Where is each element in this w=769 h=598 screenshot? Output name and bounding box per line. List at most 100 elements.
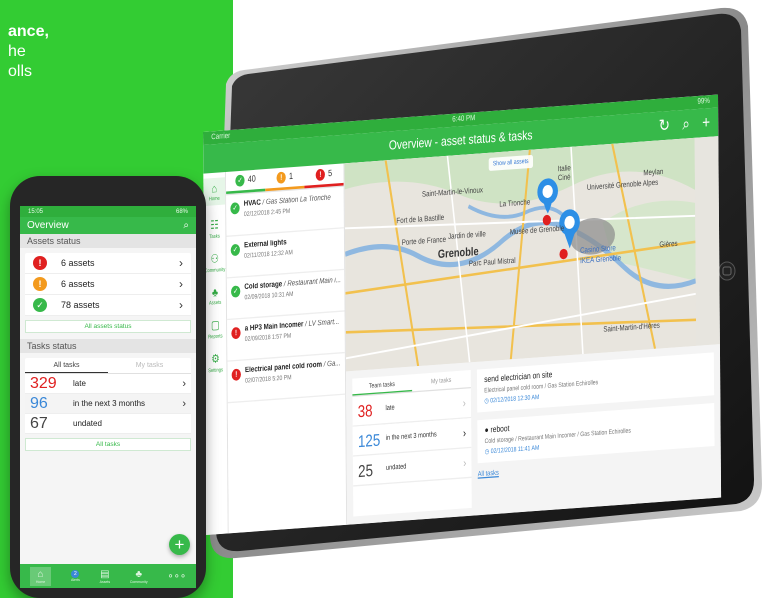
asset-location: / Ga... <box>321 360 341 370</box>
rail-label: Reports <box>208 332 223 340</box>
task-label: in the next 3 months <box>385 431 437 443</box>
bottom-nav: ⌂ Home 2 Alerts ▤ Assets ♣ Community ∘∘∘ <box>20 564 196 588</box>
alerts-badge: 2 <box>71 570 80 578</box>
settings-icon: ⚙ <box>211 351 220 366</box>
asset-row-ok[interactable]: ✓ 78 assets › <box>25 295 191 316</box>
chevron-right-icon: › <box>182 377 186 390</box>
chevron-right-icon: › <box>182 397 186 410</box>
task-row-undated[interactable]: 67 undated <box>25 414 191 434</box>
assets-icon: ▤ <box>100 568 110 580</box>
search-icon[interactable]: ⌕ <box>183 220 189 231</box>
phone-status-bar: 15:05 68% <box>20 206 196 217</box>
nav-home[interactable]: ⌂ Home <box>29 566 52 586</box>
rail-reports[interactable]: ▢ Reports <box>208 318 223 340</box>
hero-line-1: ance, <box>8 23 49 40</box>
asset-name: HVAC <box>243 199 261 209</box>
task-count: 329 <box>30 374 57 392</box>
task-count: 125 <box>357 429 381 451</box>
rail-label: Community <box>204 265 226 274</box>
map-view[interactable]: Show all assets Grenoble Meylan La Tronc… <box>344 136 720 372</box>
plus-icon: + <box>174 535 185 554</box>
rail-home[interactable]: ⌂ Home <box>203 177 226 207</box>
count-warning[interactable]: ! 1 <box>265 166 305 192</box>
battery-label: 99% <box>697 97 710 107</box>
task-label: in the next 3 months <box>73 399 146 408</box>
count-value: 5 <box>328 169 333 179</box>
warning-icon: ! <box>33 277 47 291</box>
community-icon: ⚇ <box>210 251 219 266</box>
tasks-summary-card: Team tasks My tasks 38 late › 125 in the ne… <box>352 370 472 517</box>
nav-alerts[interactable]: 2 Alerts <box>71 570 80 582</box>
nav-label: Home <box>35 579 46 584</box>
nav-assets[interactable]: ▤ Assets <box>100 569 111 584</box>
asset-count-label: 6 assets <box>61 258 95 268</box>
rail-assets[interactable]: ♣ Assets <box>209 285 221 306</box>
tablet-screen: Carrier 6:40 PM 99% Overview - asset sta… <box>203 94 722 535</box>
check-icon: ✓ <box>33 298 47 312</box>
task-label: late <box>73 379 86 388</box>
rail-community[interactable]: ⚇ Community <box>204 251 226 274</box>
task-feed-item[interactable]: send electrician on site Electrical pane… <box>476 352 715 413</box>
nav-label: Assets <box>99 579 111 584</box>
task-feed: send electrician on site Electrical pane… <box>476 352 715 507</box>
chevron-right-icon: › <box>179 256 183 270</box>
page-title: Overview <box>27 220 69 231</box>
chevron-right-icon: › <box>179 277 183 291</box>
reports-icon: ▢ <box>210 318 220 332</box>
refresh-icon[interactable]: ↻ <box>659 115 670 137</box>
tasks-tabs: All tasks My tasks <box>25 358 191 374</box>
assets-icon: ♣ <box>211 285 219 300</box>
alarm-icon: ! <box>231 368 241 381</box>
tab-all-tasks[interactable]: All tasks <box>25 358 108 373</box>
count-alarm[interactable]: ! 5 <box>304 163 344 189</box>
home-icon: ⌂ <box>37 568 44 580</box>
all-assets-status-button[interactable]: All assets status <box>25 320 191 333</box>
hero-line-2: he <box>8 43 26 60</box>
task-label: undated <box>73 419 102 428</box>
hero-text: ance, he olls <box>8 22 49 82</box>
asset-location: / LV Smart... <box>303 318 340 329</box>
asset-date: 02/11/2018 12:32 AM <box>244 249 293 261</box>
rail-tasks[interactable]: ☷ Tasks <box>209 218 220 239</box>
time-label: 15:05 <box>28 208 44 215</box>
task-count: 25 <box>358 459 374 481</box>
chevron-right-icon: › <box>462 396 466 410</box>
phone-header: Overview ⌕ <box>20 217 196 234</box>
nav-more[interactable]: ∘∘∘ <box>167 571 186 582</box>
alarm-icon: ! <box>33 256 47 270</box>
map-label: Gières <box>659 240 678 250</box>
nav-label: Community <box>129 579 148 584</box>
nav-label: Alerts <box>70 578 80 582</box>
list-item[interactable]: ! Electrical panel cold room / Ga... 02/07… <box>227 353 346 404</box>
battery-label: 68% <box>175 208 188 215</box>
task-label: undated <box>385 463 407 473</box>
alarm-icon: ! <box>315 168 326 182</box>
task-feed-item[interactable]: ● reboot Cold storage / Restaurant Main … <box>477 403 715 464</box>
count-ok[interactable]: ✓ 40 <box>225 169 266 195</box>
rail-settings[interactable]: ⚙ Settings <box>208 352 223 374</box>
nav-community[interactable]: ♣ Community <box>130 569 148 584</box>
asset-row-warning[interactable]: ! 6 assets › <box>25 274 191 295</box>
chevron-right-icon: › <box>179 298 183 312</box>
tasks-icon: ☷ <box>210 218 219 232</box>
map-label: Ciné <box>557 174 571 183</box>
add-icon[interactable]: + <box>702 112 710 133</box>
all-tasks-button[interactable]: All tasks <box>25 438 191 451</box>
rail-label: Settings <box>208 365 224 374</box>
assets-status-heading: Assets status <box>20 234 196 248</box>
tab-my-tasks[interactable]: My tasks <box>108 358 191 373</box>
asset-row-alarm[interactable]: ! 6 assets › <box>25 253 191 274</box>
search-icon[interactable]: ⌕ <box>682 113 690 134</box>
check-icon: ✓ <box>230 202 240 215</box>
side-rail: ⌂ Home ☷ Tasks ⚇ Community ♣ Assets ▢ Reports… <box>203 171 229 535</box>
hero-line-3: olls <box>8 63 33 80</box>
task-count: 96 <box>30 394 48 412</box>
task-row-upcoming[interactable]: 96 in the next 3 months › <box>25 394 191 414</box>
home-icon: ⌂ <box>211 181 218 196</box>
asset-count-label: 78 assets <box>61 300 100 310</box>
asset-count-label: 6 assets <box>61 279 95 289</box>
time-label: 6:40 PM <box>452 114 476 125</box>
task-row-late[interactable]: 329 late › <box>25 374 191 394</box>
add-button[interactable]: + <box>169 534 190 555</box>
task-title: reboot <box>490 424 510 435</box>
